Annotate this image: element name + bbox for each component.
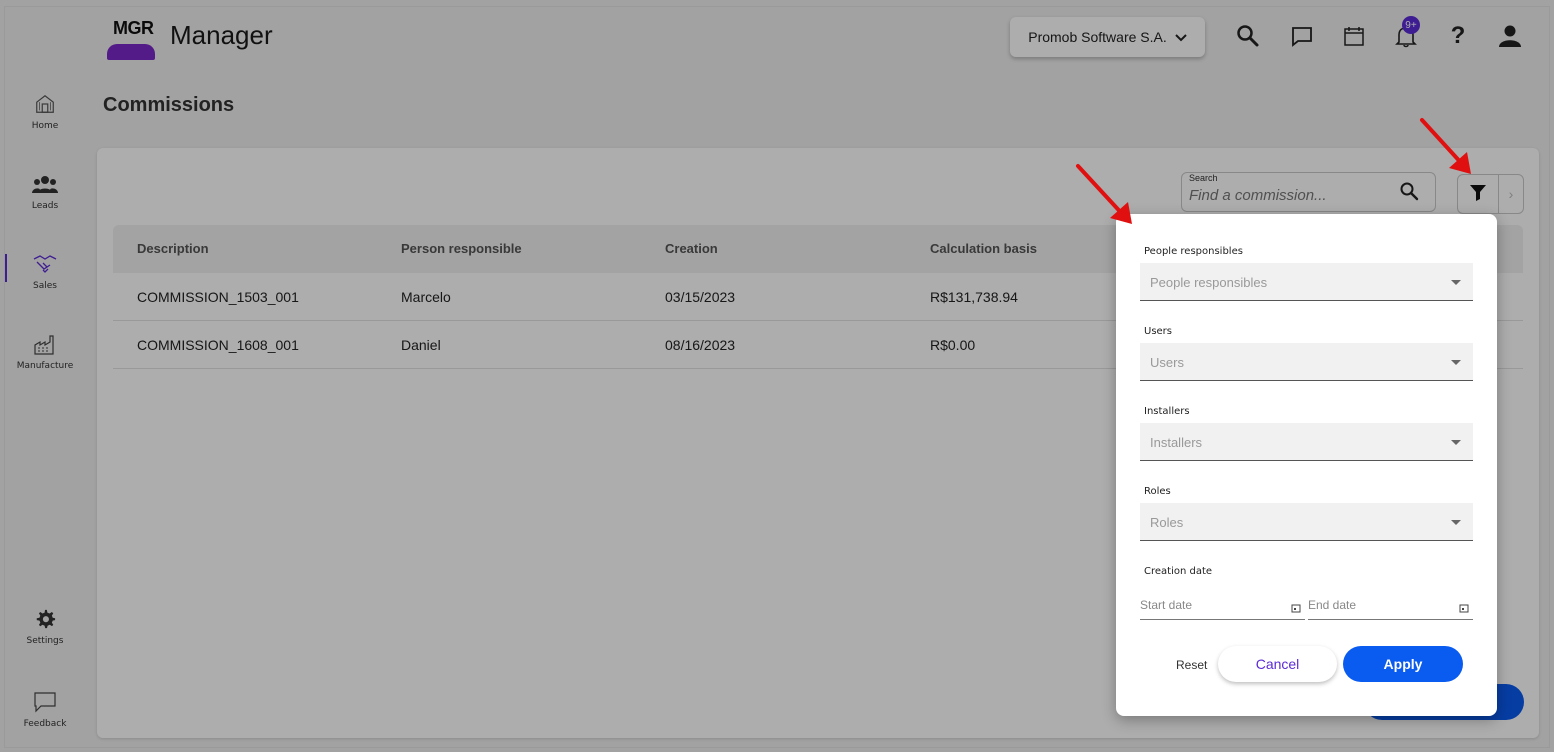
people-responsibles-select[interactable]: People responsibles xyxy=(1140,263,1473,301)
start-date-field[interactable]: Start date xyxy=(1140,598,1305,620)
people-responsibles-label: People responsibles xyxy=(1144,246,1243,257)
calendar-icon[interactable] xyxy=(1291,600,1301,618)
installers-select[interactable]: Installers xyxy=(1140,423,1473,461)
dropdown-caret-icon xyxy=(1451,280,1461,285)
annotation-arrow-icon xyxy=(1076,164,1132,224)
users-label: Users xyxy=(1144,326,1173,337)
cancel-button[interactable]: Cancel xyxy=(1218,646,1337,682)
apply-button[interactable]: Apply xyxy=(1343,646,1463,682)
date-placeholder: End date xyxy=(1308,598,1357,612)
dropdown-caret-icon xyxy=(1451,360,1461,365)
reset-button[interactable]: Reset xyxy=(1176,658,1207,672)
select-placeholder: Roles xyxy=(1150,515,1184,530)
calendar-icon[interactable] xyxy=(1459,600,1469,618)
installers-label: Installers xyxy=(1144,406,1190,417)
creation-date-label: Creation date xyxy=(1144,566,1213,577)
select-placeholder: People responsibles xyxy=(1150,275,1268,290)
users-select[interactable]: Users xyxy=(1140,343,1473,381)
dropdown-caret-icon xyxy=(1451,520,1461,525)
filter-panel: People responsibles People responsibles … xyxy=(1116,214,1497,716)
roles-select[interactable]: Roles xyxy=(1140,503,1473,541)
roles-label: Roles xyxy=(1144,486,1171,497)
end-date-field[interactable]: End date xyxy=(1308,598,1473,620)
annotation-arrow-icon xyxy=(1420,118,1471,174)
select-placeholder: Users xyxy=(1150,355,1184,370)
select-placeholder: Installers xyxy=(1150,435,1203,450)
dropdown-caret-icon xyxy=(1451,440,1461,445)
date-placeholder: Start date xyxy=(1140,598,1193,612)
